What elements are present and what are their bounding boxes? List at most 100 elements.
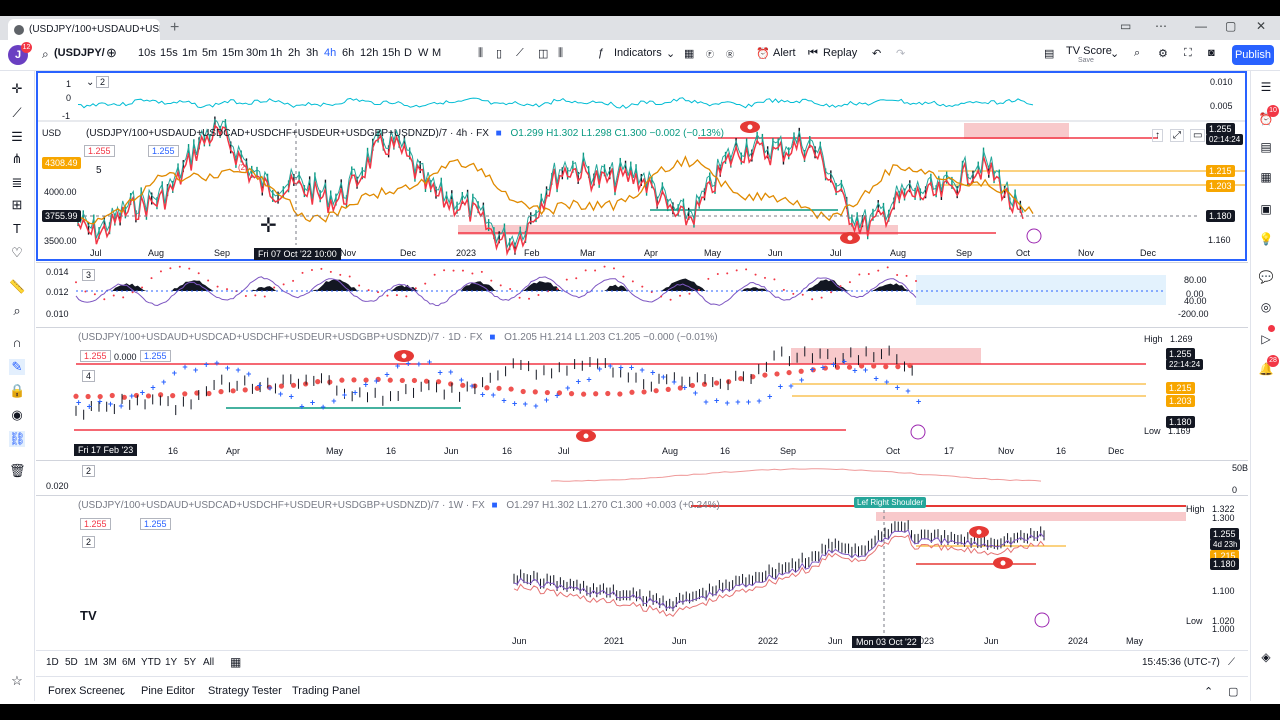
- trash-icon[interactable]: 🗑: [9, 463, 26, 479]
- indicators-button[interactable]: Indicators: [614, 47, 662, 59]
- pane-collapse-icon[interactable]: ⤢: [1170, 129, 1184, 142]
- star-icon[interactable]: ☆: [9, 673, 25, 689]
- symbol-legend-daily[interactable]: (USDJPY/100+USDAUD+USDCAD+USDCHF+USDEUR+…: [78, 332, 718, 343]
- calendar-icon[interactable]: ▣: [1258, 201, 1274, 217]
- stay-drawing-icon[interactable]: ✎: [9, 359, 25, 375]
- pattern-icon[interactable]: ⊞: [9, 197, 25, 213]
- interval-6h[interactable]: 6h: [342, 47, 354, 59]
- range-1y[interactable]: 1Y: [165, 657, 177, 668]
- interval-15m[interactable]: 15m: [222, 47, 243, 59]
- undo-icon[interactable]: ↶: [872, 47, 881, 60]
- publish-button[interactable]: Publish: [1232, 45, 1274, 65]
- layers-icon[interactable]: ◈: [1258, 649, 1274, 665]
- symbol-legend-4h[interactable]: (USDJPY/100+USDAUD+USDCAD+USDCHF+USDEUR+…: [86, 128, 724, 139]
- interval-15s[interactable]: 15s: [160, 47, 178, 59]
- text-icon[interactable]: T: [9, 221, 25, 237]
- range-ytd[interactable]: YTD: [141, 657, 161, 668]
- chevron-down-icon[interactable]: ⌄: [666, 47, 675, 60]
- fib-icon[interactable]: ≣: [9, 175, 25, 191]
- notifications-icon[interactable]: ▷: [1258, 331, 1274, 347]
- new-tab-button[interactable]: +: [170, 19, 179, 37]
- interval-12h[interactable]: 12h: [360, 47, 378, 59]
- indicator-collapse[interactable]: ⌄: [86, 77, 94, 88]
- templates-icon[interactable]: ▦: [684, 47, 694, 60]
- link-icon[interactable]: ⛓: [9, 431, 26, 447]
- data-window-icon[interactable]: ▤: [1258, 139, 1274, 155]
- pane-daily[interactable]: + + + + + + + + + + + + + + + + + + + + + + + + + + + + + + + + + + + + + + + +…: [36, 327, 1248, 460]
- area-style-icon[interactable]: ◫: [538, 47, 548, 60]
- tv-score-label[interactable]: TV Score: [1066, 45, 1112, 57]
- interval-5m[interactable]: 5m: [202, 47, 217, 59]
- chat-icon[interactable]: 💬: [1258, 269, 1274, 285]
- pane-4h[interactable]: ⌄ 2 1 0 -1 0.010 0.005 USD (USDJPY/100+U…: [36, 71, 1247, 261]
- interval-1h[interactable]: 1h: [270, 47, 282, 59]
- range-3m[interactable]: 3M: [103, 657, 117, 668]
- indicator-counter[interactable]: 2: [96, 76, 110, 88]
- eye-icon[interactable]: ◉: [9, 407, 25, 423]
- symbol-legend-weekly[interactable]: (USDJPY/100+USDAUD+USDCAD+USDCHF+USDEUR+…: [78, 500, 720, 511]
- pane-oscillator[interactable]: 0.014 0.012 0.010 3 80.00 0.00 40.00 -20…: [36, 262, 1248, 327]
- minimize-icon[interactable]: —: [1195, 19, 1207, 33]
- calendar-goto-icon[interactable]: ▦: [230, 655, 241, 669]
- chevron-down-icon[interactable]: ⌄: [1110, 47, 1119, 60]
- replay-button[interactable]: Replay: [823, 47, 857, 59]
- settings-gear-icon[interactable]: ⚙: [1158, 47, 1168, 60]
- sell-price-weekly[interactable]: 1.255: [80, 518, 111, 530]
- cast-icon[interactable]: ▭: [1120, 19, 1131, 33]
- quick-search-icon[interactable]: ⌕: [1134, 47, 1140, 60]
- maximize-icon[interactable]: ▢: [1225, 19, 1236, 33]
- candle-style-icon[interactable]: ▯: [496, 47, 502, 60]
- interval-1m[interactable]: 1m: [182, 47, 197, 59]
- indicators-icon[interactable]: ƒ: [598, 47, 604, 59]
- window-close-icon[interactable]: ✕: [1256, 19, 1266, 33]
- crosshair-icon[interactable]: ✛: [9, 81, 25, 97]
- interval-30m[interactable]: 30m: [246, 47, 267, 59]
- camera-icon[interactable]: ◙: [1208, 47, 1215, 59]
- alert-button[interactable]: Alert: [773, 47, 796, 59]
- chart-area[interactable]: ⌄ 2 1 0 -1 0.010 0.005 USD (USDJPY/100+U…: [36, 71, 1248, 649]
- range-all[interactable]: All: [203, 657, 214, 668]
- symbol-title-daily[interactable]: (USDJPY/100+USDAUD+USDCAD+USDCHF+USDEUR+…: [78, 332, 483, 343]
- interval-4h[interactable]: 4h: [324, 47, 336, 59]
- watchlist-icon[interactable]: ☰: [1258, 79, 1274, 95]
- range-5y[interactable]: 5Y: [184, 657, 196, 668]
- buy-price[interactable]: 1.255: [148, 145, 179, 157]
- adjust-icon[interactable]: ⟋: [1228, 657, 1235, 668]
- compare-symbol-button[interactable]: ⊕: [106, 45, 117, 61]
- layout-icon[interactable]: ▤: [1044, 47, 1054, 60]
- replay-icon[interactable]: ⏮: [808, 47, 818, 60]
- tab-pine-editor[interactable]: Pine Editor: [141, 685, 195, 697]
- favorite-f-icon[interactable]: Ⓕ: [706, 49, 714, 60]
- chevron-down-icon[interactable]: ⌄: [118, 685, 127, 698]
- osc-counter[interactable]: 3: [82, 269, 96, 281]
- symbol-search[interactable]: (USDJPY/: [54, 47, 105, 59]
- symbol-title[interactable]: (USDJPY/100+USDAUD+USDCAD+USDCHF+USDEUR+…: [86, 128, 489, 139]
- search-icon[interactable]: ⌕: [42, 47, 49, 62]
- weekly-counter[interactable]: 2: [82, 536, 96, 548]
- ideas-bulb-icon[interactable]: 💡: [1258, 231, 1274, 247]
- buy-price-daily[interactable]: 1.255: [140, 350, 171, 362]
- interval-15h[interactable]: 15h: [382, 47, 400, 59]
- tradingview-logo[interactable]: TV: [80, 608, 97, 623]
- pane-weekly[interactable]: (USDJPY/100+USDAUD+USDCAD+USDCHF+USDEUR+…: [36, 495, 1248, 650]
- magnet-icon[interactable]: ∩: [9, 335, 25, 351]
- favorite-r-icon[interactable]: Ⓡ: [726, 49, 734, 60]
- range-1d[interactable]: 1D: [46, 657, 59, 668]
- line-style-icon[interactable]: ⟋: [516, 47, 524, 60]
- alert-icon[interactable]: ⏰: [756, 47, 770, 60]
- bar-style-icon[interactable]: ⫼: [478, 47, 483, 60]
- interval-D[interactable]: D: [404, 47, 412, 59]
- interval-10s[interactable]: 10s: [138, 47, 156, 59]
- tab-strategy-tester[interactable]: Strategy Tester: [208, 685, 282, 697]
- interval-2h[interactable]: 2h: [288, 47, 300, 59]
- interval-M[interactable]: M: [432, 47, 441, 59]
- symbol-title-weekly[interactable]: (USDJPY/100+USDAUD+USDCAD+USDCHF+USDEUR+…: [78, 500, 485, 511]
- maximize-panel-icon[interactable]: ▢: [1228, 685, 1238, 698]
- fullscreen-icon[interactable]: ⛶: [1184, 47, 1192, 60]
- trendline-icon[interactable]: ⟋: [9, 105, 25, 121]
- pane-up-icon[interactable]: ↑: [1152, 129, 1163, 142]
- pane-maximize-icon[interactable]: ▭: [1190, 129, 1206, 142]
- sell-price[interactable]: 1.255: [84, 145, 115, 157]
- tab-trading-panel[interactable]: Trading Panel: [292, 685, 360, 697]
- tab-forex-screener[interactable]: Forex Screener: [48, 685, 124, 697]
